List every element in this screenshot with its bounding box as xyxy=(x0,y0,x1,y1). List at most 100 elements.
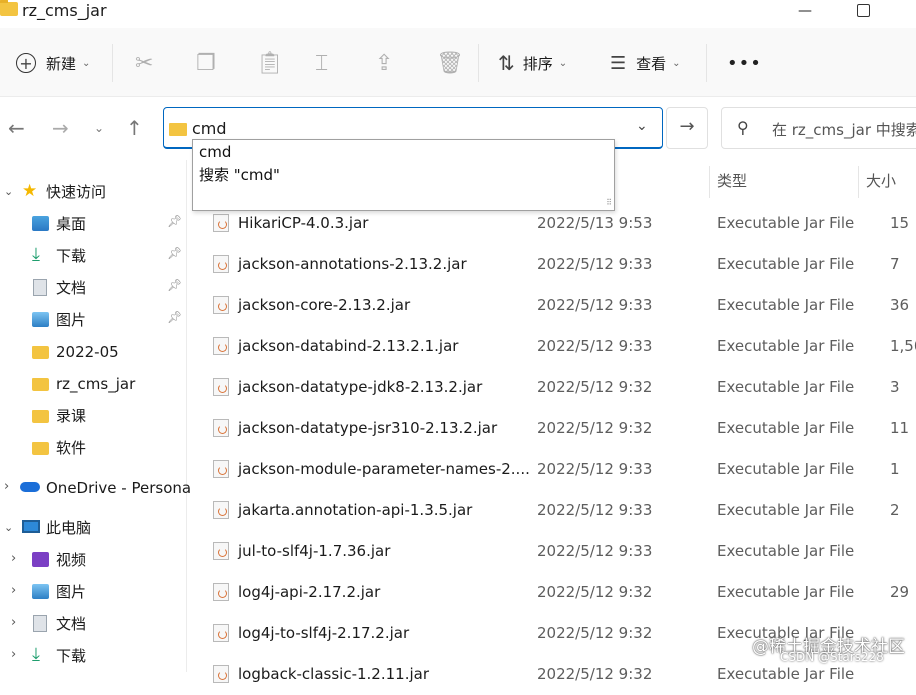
folder-icon xyxy=(32,410,49,423)
up-button[interactable]: ↑ xyxy=(126,116,143,140)
go-button[interactable]: → xyxy=(666,107,708,149)
sidebar-item-pc-pictures[interactable]: › 图片 xyxy=(0,576,186,608)
file-type: Executable Jar File xyxy=(717,296,855,314)
file-row[interactable]: log4j-api-2.17.2.jar 2022/5/12 9:32 Execut… xyxy=(190,572,916,613)
sidebar-item-videos[interactable]: › 视频 xyxy=(0,544,186,576)
more-options-button[interactable]: ••• xyxy=(727,40,762,86)
arrow-left-icon: ← xyxy=(8,116,25,140)
sidebar-item-desktop[interactable]: 桌面 📌︎ xyxy=(0,208,186,240)
sidebar-item-label: 软件 xyxy=(56,439,87,457)
sidebar-item-pc-documents[interactable]: › 文档 xyxy=(0,608,186,640)
file-type: Executable Jar File xyxy=(717,255,855,273)
rename-button[interactable]: ⌶ xyxy=(315,40,328,86)
sort-icon: ⇅ xyxy=(498,51,515,75)
sidebar-item-label: 文档 xyxy=(56,279,87,297)
sidebar-item-software[interactable]: 软件 xyxy=(0,432,186,464)
file-row[interactable]: jackson-databind-2.13.2.1.jar 2022/5/12 9… xyxy=(190,326,916,367)
recent-locations-button[interactable]: ⌄ xyxy=(94,121,104,135)
file-size: 36 xyxy=(890,296,910,314)
column-divider[interactable] xyxy=(709,166,710,198)
sort-button[interactable]: ⇅ 排序 ⌄ xyxy=(498,40,567,86)
file-size: 15 xyxy=(890,214,910,232)
sidebar-item-label: OneDrive - Persona xyxy=(46,479,192,497)
suggestion-item[interactable]: 搜索 "cmd" xyxy=(199,165,280,185)
column-header-type[interactable]: 类型 xyxy=(717,170,747,191)
jar-file-icon xyxy=(213,337,229,355)
sidebar-item-pc-downloads[interactable]: › ⤓ 下载 xyxy=(0,640,186,672)
trash-icon: 🗑︎ xyxy=(436,50,464,76)
folder-icon xyxy=(169,123,187,136)
view-button[interactable]: ☰ 查看 ⌄ xyxy=(610,40,681,86)
sidebar-item-2022-05[interactable]: 2022-05 xyxy=(0,336,186,368)
desktop-icon xyxy=(32,216,49,231)
file-row[interactable]: jackson-annotations-2.13.2.jar 2022/5/12 … xyxy=(190,244,916,285)
file-type: Executable Jar File xyxy=(717,337,855,355)
file-row[interactable]: jackson-datatype-jsr310-2.13.2.jar 2022/5… xyxy=(190,408,916,449)
file-type: Executable Jar File xyxy=(717,665,855,683)
jar-file-icon xyxy=(213,214,229,232)
file-name: jakarta.annotation-api-1.3.5.jar xyxy=(238,501,473,519)
file-size: 7 xyxy=(890,255,900,273)
sidebar-item-quick-access[interactable]: ⌄ ★ 快速访问 xyxy=(0,176,186,208)
file-date: 2022/5/12 9:33 xyxy=(537,296,653,314)
sidebar-item-downloads[interactable]: ⤓ 下载 📌︎ xyxy=(0,240,186,272)
file-row[interactable]: jul-to-slf4j-1.7.36.jar 2022/5/12 9:33 Exe… xyxy=(190,531,916,572)
file-size: 1 xyxy=(890,460,900,478)
maximize-icon xyxy=(856,4,870,17)
column-header-size[interactable]: 大小 xyxy=(866,170,896,191)
sidebar-item-rz-cms-jar[interactable]: rz_cms_jar xyxy=(0,368,186,400)
sidebar-item-label: 下载 xyxy=(56,647,87,665)
minimize-button[interactable]: — xyxy=(785,0,825,24)
file-type: Executable Jar File xyxy=(717,460,855,478)
folder-icon xyxy=(0,0,18,16)
cut-button[interactable]: ✂ xyxy=(135,40,153,86)
pin-icon[interactable]: 📌︎ xyxy=(167,310,182,324)
new-button[interactable]: + 新建 ⌄ xyxy=(16,40,90,86)
arrow-right-icon: → xyxy=(52,116,69,140)
file-name: jackson-core-2.13.2.jar xyxy=(238,296,411,314)
sort-label: 排序 xyxy=(522,54,553,73)
pictures-icon xyxy=(32,584,49,599)
download-icon: ⤓ xyxy=(32,644,40,665)
pin-icon[interactable]: 📌︎ xyxy=(167,214,182,228)
sidebar-item-label: rz_cms_jar xyxy=(56,375,136,393)
sidebar-item-label: 快速访问 xyxy=(46,183,107,201)
resize-grip-icon[interactable]: ⠿ xyxy=(606,198,612,207)
sidebar-item-recordings[interactable]: 录课 xyxy=(0,400,186,432)
file-name: log4j-to-slf4j-2.17.2.jar xyxy=(238,624,410,642)
column-divider[interactable] xyxy=(858,166,859,198)
jar-file-icon xyxy=(213,460,229,478)
file-row[interactable]: jakarta.annotation-api-1.3.5.jar 2022/5/1… xyxy=(190,490,916,531)
file-row[interactable]: jackson-module-parameter-names-2.... 2022… xyxy=(190,449,916,490)
suggestion-item[interactable]: cmd xyxy=(199,142,231,162)
chevron-down-icon[interactable]: ⌄ xyxy=(636,118,648,134)
file-row[interactable]: jackson-core-2.13.2.jar 2022/5/12 9:33 Exe… xyxy=(190,285,916,326)
file-date: 2022/5/12 9:32 xyxy=(537,419,653,437)
watermark-credit: CSDN @Stars228 xyxy=(780,650,884,664)
file-row[interactable]: jackson-datatype-jdk8-2.13.2.jar 2022/5/1… xyxy=(190,367,916,408)
sidebar-item-documents[interactable]: 文档 📌︎ xyxy=(0,272,186,304)
address-input[interactable]: cmd xyxy=(192,118,227,140)
chevron-down-icon: ⌄ xyxy=(94,121,105,135)
sidebar-item-pictures[interactable]: 图片 📌︎ xyxy=(0,304,186,336)
folder-icon xyxy=(32,442,49,455)
file-date: 2022/5/12 9:33 xyxy=(537,337,653,355)
delete-button[interactable]: 🗑︎ xyxy=(436,40,464,86)
pin-icon[interactable]: 📌︎ xyxy=(167,278,182,292)
share-button[interactable]: ⇪ xyxy=(375,40,393,86)
paste-button[interactable]: 📋︎ xyxy=(256,40,284,86)
forward-button[interactable]: → xyxy=(52,116,69,140)
pin-icon[interactable]: 📌︎ xyxy=(167,246,182,260)
chevron-down-icon: ⌄ xyxy=(558,57,568,69)
sidebar-item-onedrive[interactable]: › OneDrive - Persona xyxy=(0,472,191,504)
jar-file-icon xyxy=(213,255,229,273)
file-date: 2022/5/12 9:32 xyxy=(537,665,653,683)
search-input[interactable]: 在 rz_cms_jar 中搜索 xyxy=(772,119,916,140)
file-name: log4j-api-2.17.2.jar xyxy=(238,583,381,601)
copy-button[interactable]: ❐ xyxy=(196,40,216,86)
sidebar-item-this-pc[interactable]: ⌄ 此电脑 xyxy=(0,512,186,544)
maximize-button[interactable] xyxy=(843,0,883,24)
pictures-icon xyxy=(32,312,49,327)
back-button[interactable]: ← xyxy=(8,116,25,140)
jar-file-icon xyxy=(213,542,229,560)
